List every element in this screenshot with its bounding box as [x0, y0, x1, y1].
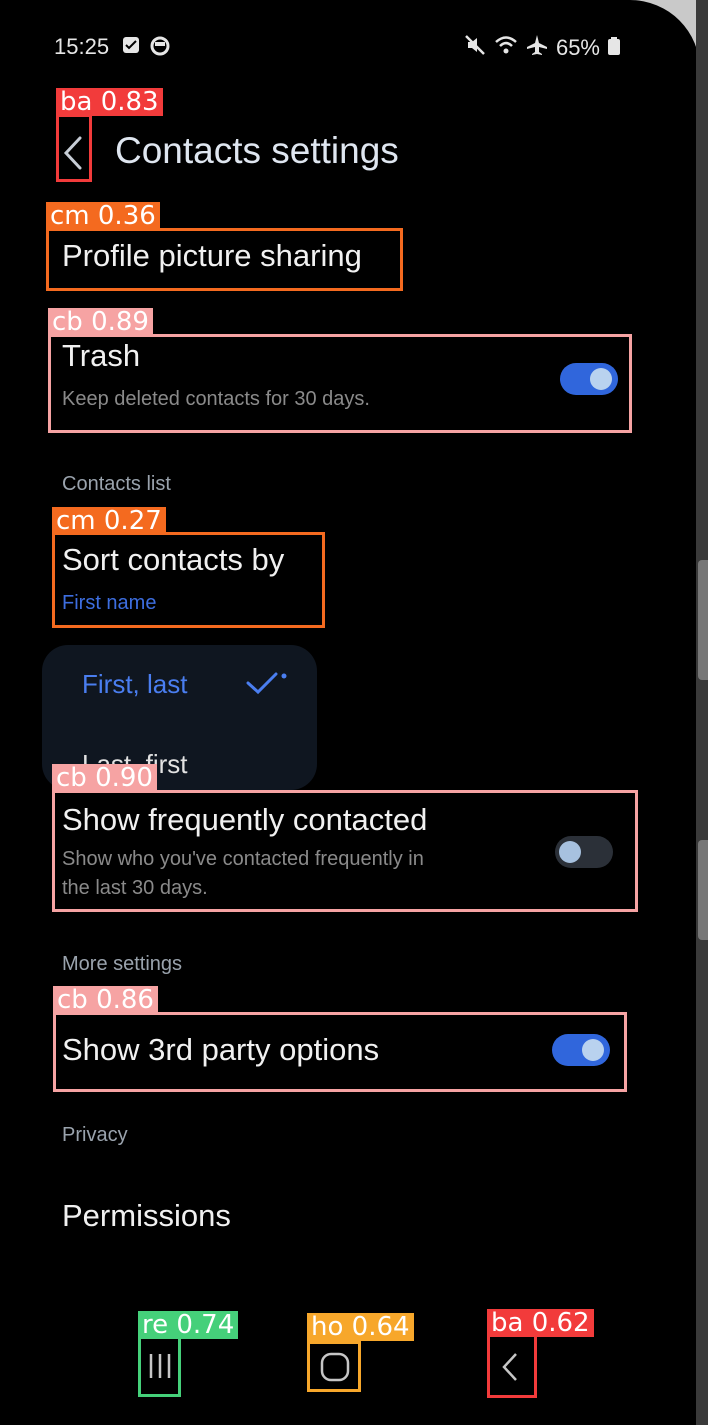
detection-box [307, 1341, 361, 1392]
detection-label: ho 0.64 [307, 1313, 414, 1341]
phone-screen: 15:25 65% Contacts settings Profile pict… [0, 0, 700, 1425]
detection-box [53, 1012, 627, 1092]
detection-label: ba 0.62 [487, 1309, 594, 1337]
detection-label: re 0.74 [138, 1311, 239, 1339]
more-settings-header: More settings [62, 953, 183, 975]
airplane-icon [526, 34, 548, 62]
permissions-item[interactable]: Permissions [62, 1198, 231, 1234]
checkbox-notification-icon [122, 36, 140, 60]
status-right: 65% [464, 34, 620, 62]
clock-notification-icon [150, 36, 170, 62]
detection-box [52, 532, 325, 628]
detection-label: cb 0.90 [52, 764, 157, 792]
detection-box [52, 790, 638, 912]
wifi-icon [494, 34, 518, 62]
checkmark-icon [246, 671, 290, 700]
status-time: 15:25 [54, 34, 110, 59]
detection-label: cb 0.89 [48, 308, 153, 336]
detection-box [487, 1334, 537, 1398]
volume-button [698, 560, 708, 680]
mute-icon [464, 34, 486, 62]
battery-percent: 65% [555, 35, 600, 60]
detection-box [48, 334, 632, 433]
detection-label: cm 0.27 [52, 507, 166, 535]
power-button [698, 840, 708, 940]
detection-box [138, 1336, 181, 1397]
page-title: Contacts settings [115, 130, 399, 171]
phone-bezel [696, 0, 708, 1425]
detection-label: cm 0.36 [46, 202, 160, 230]
detection-label: cb 0.86 [53, 986, 158, 1014]
detection-box [56, 114, 92, 182]
contacts-list-header: Contacts list [62, 473, 171, 495]
battery-icon [608, 35, 620, 61]
detection-label: ba 0.83 [56, 88, 163, 116]
detection-box [46, 228, 403, 291]
privacy-header: Privacy [62, 1124, 128, 1146]
sort-option-first-last[interactable]: First, last [82, 669, 187, 700]
